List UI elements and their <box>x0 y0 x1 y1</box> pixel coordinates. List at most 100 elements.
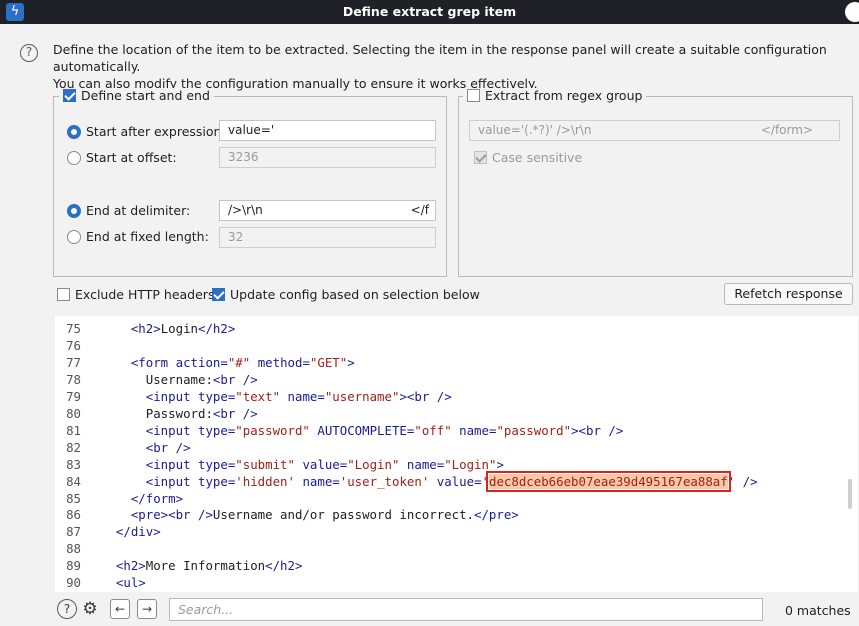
intro-line-1: Define the location of the item to be ex… <box>53 42 827 74</box>
code-token: <h2> <box>130 321 161 336</box>
arrow-right-icon[interactable]: → <box>137 599 157 619</box>
code-line[interactable]: <input type='hidden' name='user_token' v… <box>101 470 758 492</box>
code-token: name= <box>406 456 445 472</box>
start-offset-row[interactable]: Start at offset: <box>67 150 177 165</box>
code-line[interactable]: <input type="text" name="username"><br /… <box>101 389 452 404</box>
code-token: action= <box>175 354 228 370</box>
search-input[interactable]: Search... <box>169 598 763 621</box>
code-token: "password" <box>496 422 572 438</box>
end-delimiter-row[interactable]: End at delimiter: <box>67 203 190 218</box>
end-fixed-radio[interactable] <box>67 229 81 244</box>
end-delimiter-radio[interactable] <box>67 203 81 218</box>
code-token: <br /> <box>145 439 191 455</box>
code-line[interactable]: <pre><br />Username and/or password inco… <box>101 507 519 522</box>
refetch-response-button[interactable]: Refetch response <box>724 283 853 305</box>
match-count: 0 matches <box>785 603 851 618</box>
code-line[interactable]: </form> <box>101 491 183 506</box>
help-icon[interactable]: ? <box>57 599 77 619</box>
exclude-headers-checkbox[interactable] <box>57 288 70 301</box>
end-delimiter-input[interactable]: />\r\n </f <box>219 200 436 221</box>
line-number: 82 <box>66 439 81 455</box>
line-number: 88 <box>66 541 81 557</box>
code-token: ><br /> <box>399 388 452 404</box>
code-token: "password" <box>235 422 310 438</box>
code-token: <h2> <box>115 558 146 574</box>
exclude-headers-row[interactable]: Exclude HTTP headers <box>57 287 214 302</box>
line-number: 85 <box>66 490 81 506</box>
code-token: Username and/or password incorrect. <box>212 507 474 523</box>
end-fixed-label: End at fixed length: <box>86 229 209 244</box>
code-line[interactable]: <h2>Login</h2> <box>101 321 235 336</box>
exclude-headers-label: Exclude HTTP headers <box>75 287 215 302</box>
code-token: <br /> <box>212 405 258 421</box>
editor-scrollbar[interactable] <box>848 479 852 509</box>
end-fixed-row[interactable]: End at fixed length: <box>67 229 209 244</box>
start-offset-input[interactable]: 3236 <box>219 147 436 168</box>
start-after-value: value=' <box>228 123 275 137</box>
code-token: </h2> <box>198 321 236 336</box>
code-token: type= <box>197 422 236 438</box>
update-config-label: Update config based on selection below <box>230 287 480 302</box>
code-line[interactable]: <input type="submit" value="Login" name=… <box>101 457 504 472</box>
line-number: 83 <box>66 456 81 472</box>
code-token: <input <box>145 422 198 438</box>
start-after-radio[interactable] <box>67 124 81 139</box>
code-token: ' <box>481 473 489 489</box>
code-token: name= <box>302 473 340 489</box>
code-line[interactable]: </div> <box>101 524 161 539</box>
start-after-input[interactable]: value=' <box>219 120 436 141</box>
code-line[interactable]: <form action="#" method="GET"> <box>101 355 355 370</box>
gear-icon[interactable]: ⚙ <box>80 599 100 619</box>
regex-value: value='(.*?)' />\r\n <box>478 123 592 137</box>
regex-input[interactable]: value='(.*?)' />\r\n </form> <box>469 120 840 141</box>
start-end-checkbox[interactable] <box>63 89 76 102</box>
close-button[interactable] <box>845 2 859 22</box>
regex-overflow: </form> <box>760 123 813 137</box>
code-line[interactable]: <input type="password" AUTOCOMPLETE="off… <box>101 422 624 438</box>
code-token: </div> <box>115 524 161 540</box>
intro-text: Define the location of the item to be ex… <box>53 41 853 92</box>
help-icon[interactable]: ? <box>20 44 38 62</box>
update-config-row[interactable]: Update config based on selection below <box>212 287 480 302</box>
case-sensitive-checkbox[interactable] <box>474 151 487 164</box>
code-line[interactable]: <h2>More Information</h2> <box>101 558 303 574</box>
start-end-legend[interactable]: Define start and end <box>59 88 214 103</box>
line-number: 78 <box>66 371 81 387</box>
code-token: <input <box>145 456 198 472</box>
code-token: "off" <box>414 422 452 438</box>
response-editor[interactable]: 75 <h2>Login</h2> 76 77 <form action="#" m… <box>55 316 858 592</box>
title-bar: ϟ Define extract grep item <box>0 0 859 24</box>
code-token: /> <box>735 473 758 489</box>
code-token: "Login" <box>444 456 497 472</box>
code-line[interactable]: Username:<br /> <box>101 372 258 387</box>
code-token: name= <box>459 422 497 438</box>
line-number: 86 <box>66 507 81 523</box>
line-number: 90 <box>66 575 81 591</box>
code-line[interactable]: <br /> <box>101 440 191 455</box>
code-token: 'hidden' <box>235 473 295 489</box>
start-offset-radio[interactable] <box>67 150 81 165</box>
code-token: <ul> <box>115 575 146 591</box>
code-token: <br /> <box>212 371 258 387</box>
code-token: type= <box>197 388 236 404</box>
code-line[interactable]: Password:<br /> <box>101 406 258 421</box>
regex-legend[interactable]: Extract from regex group <box>463 88 647 103</box>
code-token: "submit" <box>235 456 295 472</box>
line-number: 81 <box>66 422 81 438</box>
code-token: </pre> <box>474 507 519 523</box>
update-config-checkbox[interactable] <box>212 288 225 301</box>
arrow-left-icon[interactable]: ← <box>110 599 130 619</box>
code-token: <input <box>145 388 198 404</box>
end-fixed-input[interactable]: 32 <box>219 227 436 248</box>
code-line[interactable]: <ul> <box>101 575 146 590</box>
code-token: Password: <box>145 405 213 421</box>
code-token: type= <box>197 456 236 472</box>
regex-checkbox[interactable] <box>467 89 480 102</box>
start-after-row[interactable]: Start after expression: <box>67 124 226 139</box>
case-sensitive-row[interactable]: Case sensitive <box>474 150 582 165</box>
line-number: 87 <box>66 524 81 540</box>
line-number: 77 <box>66 354 81 370</box>
